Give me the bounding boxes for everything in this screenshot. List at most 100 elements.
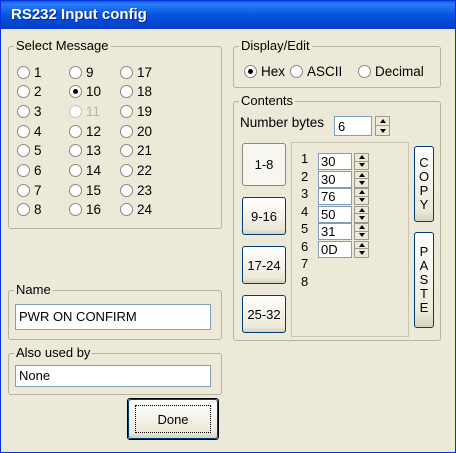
message-radio-24[interactable]: 24	[120, 201, 152, 219]
message-radio-label: 15	[86, 182, 102, 198]
spin-down-button[interactable]	[376, 126, 389, 135]
message-radio-label: 20	[137, 123, 153, 139]
radio-dot	[120, 183, 133, 197]
message-radio-1[interactable]: 1	[17, 63, 42, 81]
arrow-up-icon	[358, 155, 365, 160]
number-bytes-label: Number bytes	[240, 115, 325, 130]
radio-dot	[17, 104, 30, 118]
spin-down-button[interactable]	[355, 162, 368, 170]
spin-up-button[interactable]	[355, 224, 368, 232]
range-1-8-button[interactable]: 1-8	[242, 143, 286, 186]
radio-dot	[69, 65, 82, 79]
message-radio-5[interactable]: 5	[17, 142, 42, 160]
message-radio-17[interactable]: 17	[120, 63, 152, 81]
range-17-24-button[interactable]: 17-24	[242, 246, 286, 284]
spin-up-button[interactable]	[355, 207, 368, 214]
message-radio-21[interactable]: 21	[120, 142, 152, 160]
message-radio-label: 8	[34, 202, 42, 218]
byte-row-number: 4	[301, 203, 309, 219]
message-radio-18[interactable]: 18	[120, 83, 152, 101]
radio-dot	[69, 124, 82, 138]
radio-dot	[120, 203, 133, 217]
message-radio-label: 12	[86, 123, 102, 139]
spin-up-button[interactable]	[355, 242, 368, 249]
spin-down-button[interactable]	[355, 214, 368, 222]
arrow-down-icon	[358, 198, 365, 203]
range-25-32-button[interactable]: 25-32	[242, 295, 286, 333]
spin-up-button[interactable]	[355, 154, 368, 162]
spin-down-button[interactable]	[355, 179, 368, 187]
byte-value-spinner[interactable]	[354, 170, 369, 188]
message-radio-15[interactable]: 15	[69, 181, 101, 199]
byte-value-input[interactable]: 30	[318, 153, 352, 170]
range-25-32-label: 25-32	[247, 306, 281, 322]
arrow-up-icon	[358, 190, 365, 195]
title-bar[interactable]: RS232 Input config	[1, 1, 455, 29]
message-radio-13[interactable]: 13	[69, 142, 101, 160]
message-radio-label: 22	[137, 163, 153, 178]
message-radio-6[interactable]: 6	[17, 162, 42, 180]
message-radio-8[interactable]: 8	[17, 201, 42, 219]
spin-up-button[interactable]	[376, 117, 389, 126]
byte-value: 30	[321, 154, 336, 169]
byte-row-number: 5	[301, 221, 309, 236]
message-radio-label: 13	[86, 143, 102, 159]
spin-up-button[interactable]	[355, 189, 368, 197]
byte-value-spinner[interactable]	[354, 205, 369, 223]
message-radio-7[interactable]: 7	[17, 181, 42, 199]
select-message-group: Select Message 1 2 3 4 5 6 7 8 9 10 11 12 13 14 15 16 17…	[8, 38, 222, 229]
message-radio-20[interactable]: 20	[120, 122, 152, 140]
radio-dot	[69, 104, 82, 118]
copy-label: COPY	[418, 155, 430, 212]
range-17-24-label: 17-24	[247, 257, 281, 273]
number-bytes-spinner[interactable]	[375, 116, 390, 136]
message-radio-4[interactable]: 4	[17, 122, 42, 140]
range-9-16-button[interactable]: 9-16	[242, 197, 286, 235]
byte-value: 30	[321, 171, 336, 187]
arrow-up-icon	[358, 242, 365, 247]
byte-value-input[interactable]: 76	[318, 188, 352, 205]
done-button[interactable]: Done	[128, 399, 218, 439]
spin-down-button[interactable]	[355, 249, 368, 257]
byte-value-input[interactable]: 31	[318, 223, 352, 240]
message-radio-10[interactable]: 10	[69, 83, 101, 101]
arrow-up-icon	[358, 225, 365, 230]
display-edit-group: Display/Edit Hex ASCII Decimal	[233, 38, 441, 88]
message-radio-label: 5	[34, 143, 42, 159]
radio-dot	[120, 124, 133, 138]
message-radio-12[interactable]: 12	[69, 122, 101, 140]
message-radio-22[interactable]: 22	[120, 162, 152, 180]
message-radio-9[interactable]: 9	[69, 63, 94, 81]
byte-value-input[interactable]: 30	[318, 170, 352, 188]
radio-dot	[358, 64, 371, 78]
message-radio-16[interactable]: 16	[69, 201, 101, 219]
ascii-radio[interactable]: ASCII	[290, 62, 342, 80]
arrow-down-icon	[358, 163, 365, 168]
message-radio-19[interactable]: 19	[120, 102, 152, 120]
arrow-up-icon	[379, 119, 386, 123]
spin-up-button[interactable]	[355, 172, 368, 179]
message-radio-label: 10	[86, 84, 102, 100]
spin-down-button[interactable]	[355, 197, 368, 205]
byte-row-number: 6	[301, 238, 309, 254]
spin-down-button[interactable]	[355, 232, 368, 240]
radio-dot	[69, 164, 82, 177]
number-bytes-input[interactable]: 6	[334, 116, 372, 136]
message-radio-14[interactable]: 14	[69, 162, 101, 180]
byte-value-spinner[interactable]	[354, 188, 369, 205]
paste-button[interactable]: PASTE	[414, 232, 434, 328]
hex-radio[interactable]: Hex	[244, 62, 285, 80]
message-radio-2[interactable]: 2	[17, 83, 42, 101]
name-input[interactable]: PWR ON CONFIRM	[15, 304, 211, 330]
decimal-label: Decimal	[375, 63, 424, 79]
byte-value-spinner[interactable]	[354, 153, 369, 170]
message-radio-3[interactable]: 3	[17, 102, 42, 120]
copy-button[interactable]: COPY	[414, 146, 434, 222]
decimal-radio[interactable]: Decimal	[358, 62, 424, 80]
byte-value-input[interactable]: 0D	[318, 240, 352, 258]
byte-value-spinner[interactable]	[354, 240, 369, 258]
message-radio-label: 7	[34, 182, 42, 198]
byte-value-spinner[interactable]	[354, 223, 369, 240]
byte-value-input[interactable]: 50	[318, 205, 352, 223]
message-radio-23[interactable]: 23	[120, 181, 152, 199]
